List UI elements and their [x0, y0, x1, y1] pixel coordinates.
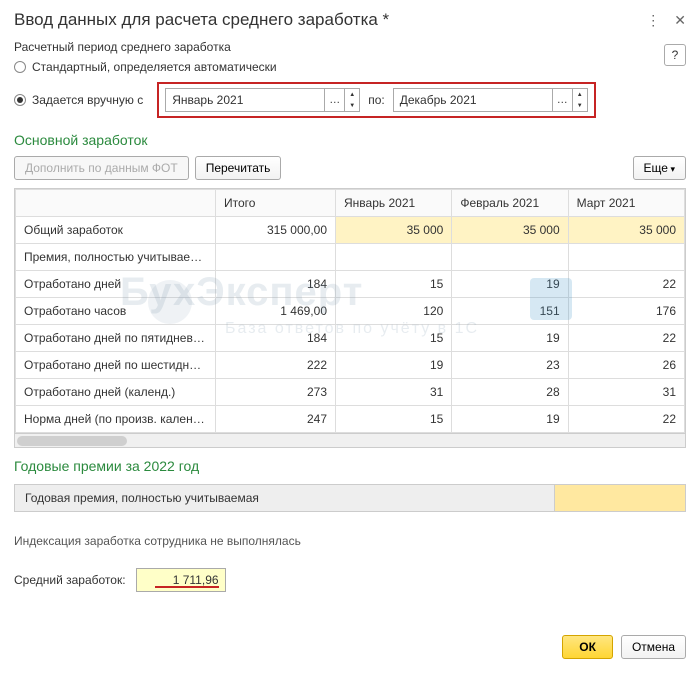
- chevron-up-icon[interactable]: ▲: [573, 89, 587, 100]
- table-row[interactable]: Норма дней (по произв. календар...247151…: [16, 406, 685, 433]
- table-header: Март 2021: [568, 190, 684, 217]
- cell-value[interactable]: [568, 244, 684, 271]
- cell-value[interactable]: 31: [336, 379, 452, 406]
- row-label: Норма дней (по произв. календар...: [16, 406, 216, 433]
- cell-value[interactable]: 19: [452, 406, 568, 433]
- cell-value[interactable]: 22: [568, 406, 684, 433]
- close-icon[interactable]: ✕: [674, 12, 686, 29]
- cell-value[interactable]: 15: [336, 325, 452, 352]
- horizontal-scrollbar[interactable]: [15, 433, 685, 447]
- cell-value[interactable]: 184: [216, 325, 336, 352]
- cell-value[interactable]: [336, 244, 452, 271]
- window-title: Ввод данных для расчета среднего заработ…: [14, 10, 646, 30]
- row-label: Отработано дней по пятидневной ...: [16, 325, 216, 352]
- table-header: Февраль 2021: [452, 190, 568, 217]
- chevron-down-icon[interactable]: ▼: [345, 100, 359, 111]
- table-header: Январь 2021: [336, 190, 452, 217]
- cell-value[interactable]: 1 469,00: [216, 298, 336, 325]
- recalc-button[interactable]: Перечитать: [195, 156, 282, 180]
- cancel-button[interactable]: Отмена: [621, 635, 686, 659]
- period-from-controls[interactable]: … ▲▼: [325, 88, 360, 112]
- average-label: Средний заработок:: [14, 573, 126, 587]
- period-to-label: по:: [368, 93, 385, 107]
- radio-icon: [14, 94, 26, 106]
- more-button[interactable]: Еще: [633, 156, 686, 180]
- row-label: Отработано дней (календ.): [16, 379, 216, 406]
- cell-value[interactable]: 222: [216, 352, 336, 379]
- cell-value[interactable]: 120: [336, 298, 452, 325]
- cell-value[interactable]: 15: [336, 271, 452, 298]
- radio-auto-label: Стандартный, определяется автоматически: [32, 60, 277, 74]
- cell-value[interactable]: 19: [336, 352, 452, 379]
- cell-value[interactable]: 22: [568, 325, 684, 352]
- annual-bonus-value[interactable]: [555, 485, 685, 511]
- radio-manual-label: Задается вручную с: [32, 93, 143, 107]
- table-row[interactable]: Отработано дней (календ.)273312831: [16, 379, 685, 406]
- period-section-label: Расчетный период среднего заработка: [0, 36, 700, 56]
- cell-value[interactable]: [216, 244, 336, 271]
- cell-value[interactable]: 35 000: [336, 217, 452, 244]
- table-header: Итого: [216, 190, 336, 217]
- cell-value[interactable]: 19: [452, 271, 568, 298]
- cell-value[interactable]: 28: [452, 379, 568, 406]
- table-row[interactable]: Отработано часов1 469,00120151176: [16, 298, 685, 325]
- row-label: Отработано дней по шестидневно...: [16, 352, 216, 379]
- period-to-controls[interactable]: … ▲▼: [553, 88, 588, 112]
- cell-value[interactable]: 273: [216, 379, 336, 406]
- table-header: [16, 190, 216, 217]
- kebab-icon[interactable]: ⋮: [646, 12, 660, 29]
- row-label: Отработано часов: [16, 298, 216, 325]
- earnings-table: Итого Январь 2021 Февраль 2021 Март 2021…: [14, 188, 686, 448]
- cell-value[interactable]: 35 000: [568, 217, 684, 244]
- row-label: Общий заработок: [16, 217, 216, 244]
- radio-icon: [14, 61, 26, 73]
- radio-auto-row[interactable]: Стандартный, определяется автоматически: [0, 56, 700, 78]
- table-row[interactable]: Отработано дней184151922: [16, 271, 685, 298]
- table-row[interactable]: Премия, полностью учитываемая: [16, 244, 685, 271]
- radio-manual-row[interactable]: Задается вручную с Январь 2021 … ▲▼ по: …: [0, 78, 700, 122]
- cell-value[interactable]: 15: [336, 406, 452, 433]
- cell-value[interactable]: 23: [452, 352, 568, 379]
- cell-value[interactable]: 22: [568, 271, 684, 298]
- cell-value[interactable]: 31: [568, 379, 684, 406]
- cell-value[interactable]: 151: [452, 298, 568, 325]
- help-button[interactable]: ?: [664, 44, 686, 66]
- table-row[interactable]: Отработано дней по шестидневно...2221923…: [16, 352, 685, 379]
- ellipsis-icon[interactable]: …: [553, 89, 573, 111]
- cell-value[interactable]: 247: [216, 406, 336, 433]
- annual-bonus-label: Годовая премия, полностью учитываемая: [15, 485, 555, 511]
- earnings-heading: Основной заработок: [0, 122, 700, 152]
- period-from-input[interactable]: Январь 2021: [165, 88, 325, 112]
- row-label: Отработано дней: [16, 271, 216, 298]
- table-row[interactable]: Отработано дней по пятидневной ...184151…: [16, 325, 685, 352]
- annual-bonus-row: Годовая премия, полностью учитываемая: [14, 484, 686, 512]
- cell-value[interactable]: [452, 244, 568, 271]
- cell-value[interactable]: 19: [452, 325, 568, 352]
- table-row[interactable]: Общий заработок315 000,0035 00035 00035 …: [16, 217, 685, 244]
- add-fot-button[interactable]: Дополнить по данным ФОТ: [14, 156, 189, 180]
- chevron-up-icon[interactable]: ▲: [345, 89, 359, 100]
- ok-button[interactable]: ОК: [562, 635, 613, 659]
- row-label: Премия, полностью учитываемая: [16, 244, 216, 271]
- cell-value[interactable]: 35 000: [452, 217, 568, 244]
- period-outline: Январь 2021 … ▲▼ по: Декабрь 2021 … ▲▼: [157, 82, 596, 118]
- chevron-down-icon[interactable]: ▼: [573, 100, 587, 111]
- cell-value[interactable]: 176: [568, 298, 684, 325]
- average-input[interactable]: 1 711,96: [136, 568, 226, 592]
- indexation-note: Индексация заработка сотрудника не выпол…: [0, 512, 700, 558]
- period-to-input[interactable]: Декабрь 2021: [393, 88, 553, 112]
- ellipsis-icon[interactable]: …: [325, 89, 345, 111]
- cell-value[interactable]: 315 000,00: [216, 217, 336, 244]
- cell-value[interactable]: 184: [216, 271, 336, 298]
- annual-heading: Годовые премии за 2022 год: [0, 448, 700, 478]
- cell-value[interactable]: 26: [568, 352, 684, 379]
